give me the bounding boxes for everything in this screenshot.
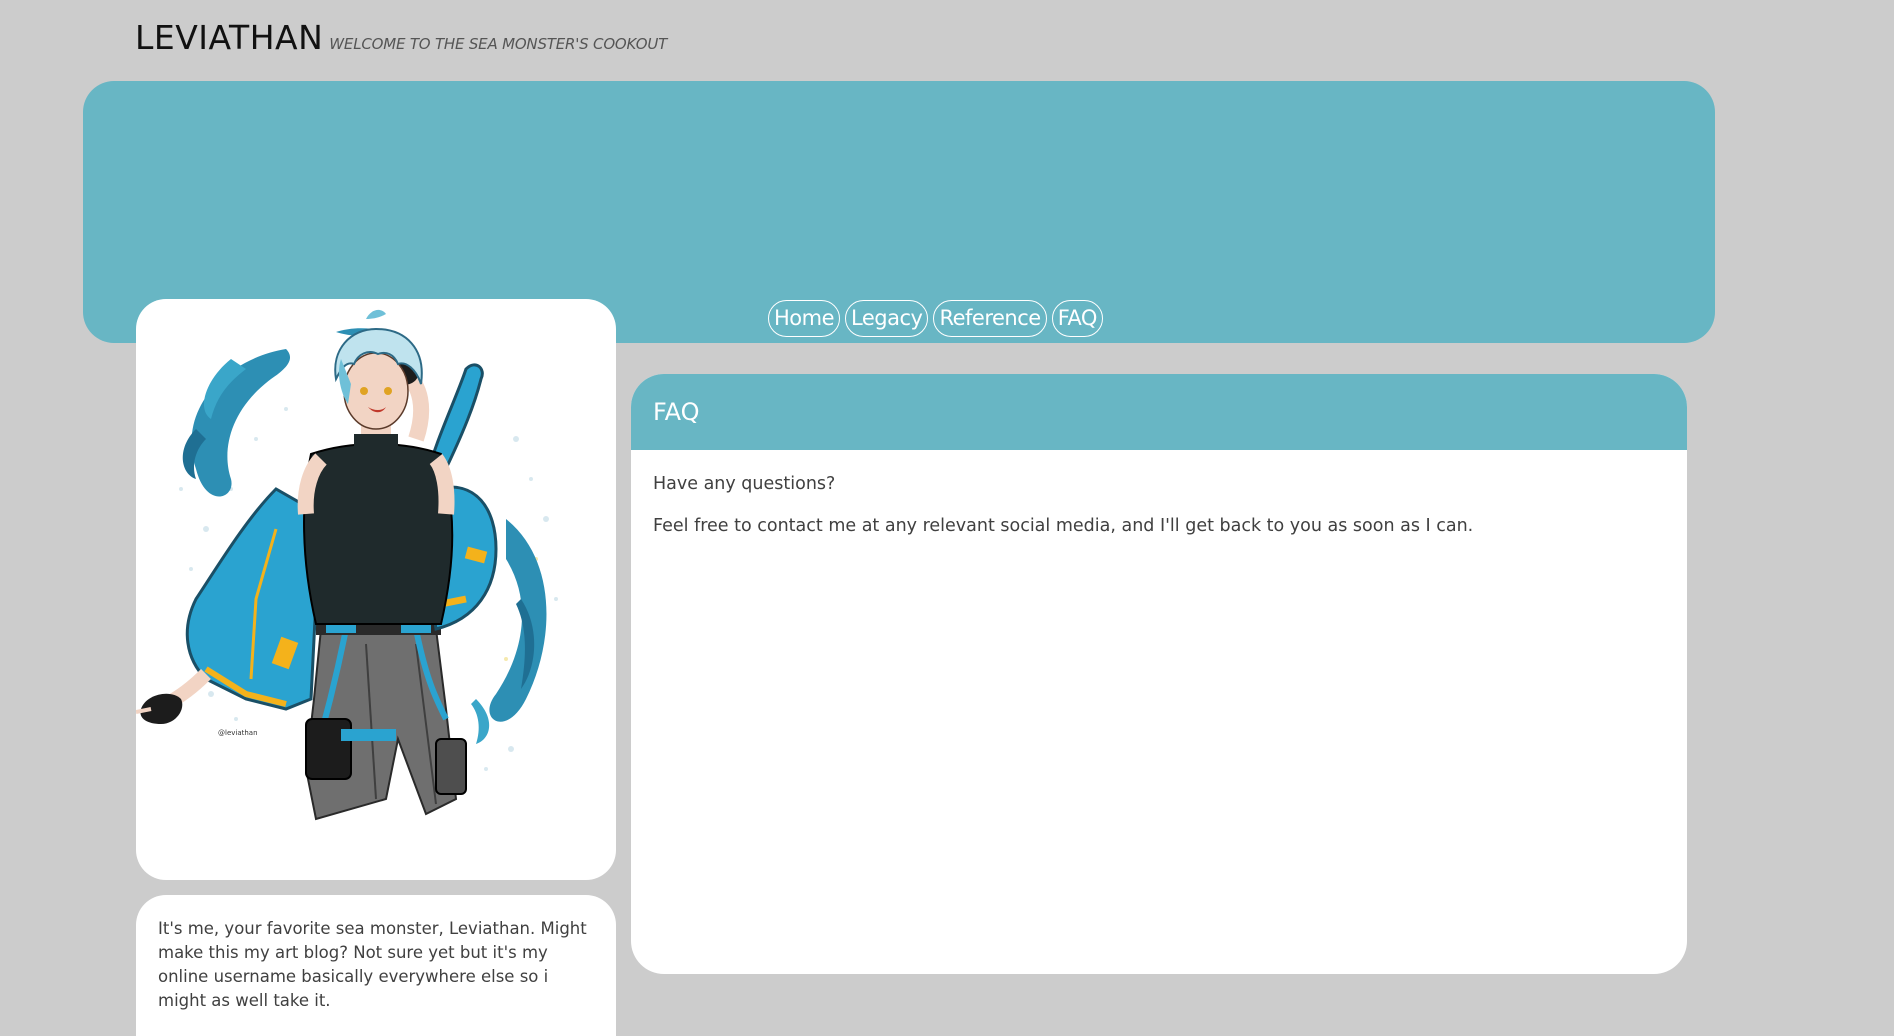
faq-body: Have any questions? Feel free to contact… xyxy=(631,450,1687,538)
site-title: LEVIATHAN xyxy=(135,18,324,57)
faq-contact-text: Feel free to contact me at any relevant … xyxy=(653,516,1474,536)
faq-card: FAQ Have any questions? Feel free to con… xyxy=(631,374,1687,974)
bio-text: It's me, your favorite sea monster, Levi… xyxy=(158,919,587,1010)
nav-reference-button[interactable]: Reference xyxy=(933,300,1047,337)
nav-faq-button[interactable]: FAQ xyxy=(1051,300,1103,337)
portrait-card: @leviathan xyxy=(136,299,616,880)
main-nav: Home Legacy Reference FAQ xyxy=(768,300,1103,337)
nav-legacy-button[interactable]: Legacy xyxy=(845,300,929,337)
faq-title: FAQ xyxy=(653,398,700,426)
faq-intro-text: Have any questions? xyxy=(653,474,836,494)
water-swirl-right xyxy=(489,519,547,722)
site-tagline: WELCOME TO THE SEA MONSTER'S COOKOUT xyxy=(329,35,668,53)
artist-signature: @leviathan xyxy=(218,729,258,737)
site-title-row: LEVIATHAN WELCOME TO THE SEA MONSTER'S C… xyxy=(135,18,667,57)
bio-card: It's me, your favorite sea monster, Levi… xyxy=(136,895,616,1036)
character-illustration: @leviathan xyxy=(136,309,558,821)
torso xyxy=(303,442,454,625)
nav-home-button[interactable]: Home xyxy=(768,300,841,337)
faq-header: FAQ xyxy=(631,374,1687,450)
